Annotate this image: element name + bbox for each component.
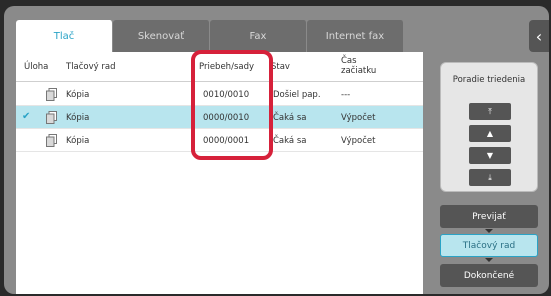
col-queue-header: Tlačový rad	[66, 62, 116, 72]
arrow-down-icon	[485, 229, 493, 233]
job-status: Došiel pap.	[273, 89, 321, 100]
table-row[interactable]: ✔ Kópia 0000/0010 Čaká sa Výpočet	[16, 106, 423, 129]
copy-job-icon	[46, 111, 57, 124]
table-row[interactable]: Kópia 0010/0010 Došiel pap. ---	[16, 83, 423, 106]
job-name: Kópia	[66, 112, 90, 123]
job-status: Čaká sa	[273, 112, 307, 123]
tab-print[interactable]: Tlač	[16, 20, 113, 52]
job-start: Výpočet	[341, 112, 376, 123]
job-progress: 0000/0001	[203, 135, 250, 146]
move-to-bottom-button[interactable]: ⤓	[469, 169, 511, 186]
job-progress: 0010/0010	[203, 89, 250, 100]
completed-button[interactable]: Dokončené	[440, 264, 538, 287]
queue-button[interactable]: Tlačový rad	[440, 234, 538, 257]
col-progress-header: Priebeh/sady	[199, 62, 255, 72]
job-status-panel: Tlač Skenovať Fax Internet fax ‹ Úloha T…	[4, 6, 549, 294]
collapse-panel-button[interactable]: ‹	[529, 20, 549, 52]
arrow-down-icon	[485, 258, 493, 262]
job-start: ---	[341, 89, 351, 100]
tab-scan[interactable]: Skenovať	[113, 20, 210, 52]
sort-order-box: Poradie triedenia ⤒ ▲ ▼ ⤓	[440, 62, 538, 192]
move-down-button[interactable]: ▼	[469, 147, 511, 164]
job-list: Úloha Tlačový rad Priebeh/sady Stav Čas …	[16, 52, 423, 294]
job-start: Výpočet	[341, 135, 376, 146]
check-icon: ✔	[22, 111, 31, 122]
col-start-header-line2: začiatku	[341, 66, 377, 76]
job-name: Kópia	[66, 135, 90, 146]
tab-internet-fax[interactable]: Internet fax	[307, 20, 404, 52]
col-task-header: Úloha	[24, 62, 49, 72]
col-status-header: Stav	[271, 62, 290, 72]
tab-bar: Tlač Skenovať Fax Internet fax	[16, 20, 404, 52]
col-start-header-line1: Čas	[341, 56, 357, 66]
priority-button[interactable]: Previjať	[440, 205, 538, 228]
tab-fax[interactable]: Fax	[210, 20, 307, 52]
job-status: Čaká sa	[273, 135, 307, 146]
job-progress: 0000/0010	[203, 112, 250, 123]
copy-job-icon	[46, 134, 57, 147]
copy-job-icon	[46, 88, 57, 101]
table-row[interactable]: Kópia 0000/0001 Čaká sa Výpočet	[16, 129, 423, 152]
move-to-top-button[interactable]: ⤒	[469, 103, 511, 120]
sort-order-title: Poradie triedenia	[452, 75, 526, 85]
job-name: Kópia	[66, 89, 90, 100]
list-header: Úloha Tlačový rad Priebeh/sady Stav Čas …	[16, 52, 423, 82]
move-up-button[interactable]: ▲	[469, 125, 511, 142]
